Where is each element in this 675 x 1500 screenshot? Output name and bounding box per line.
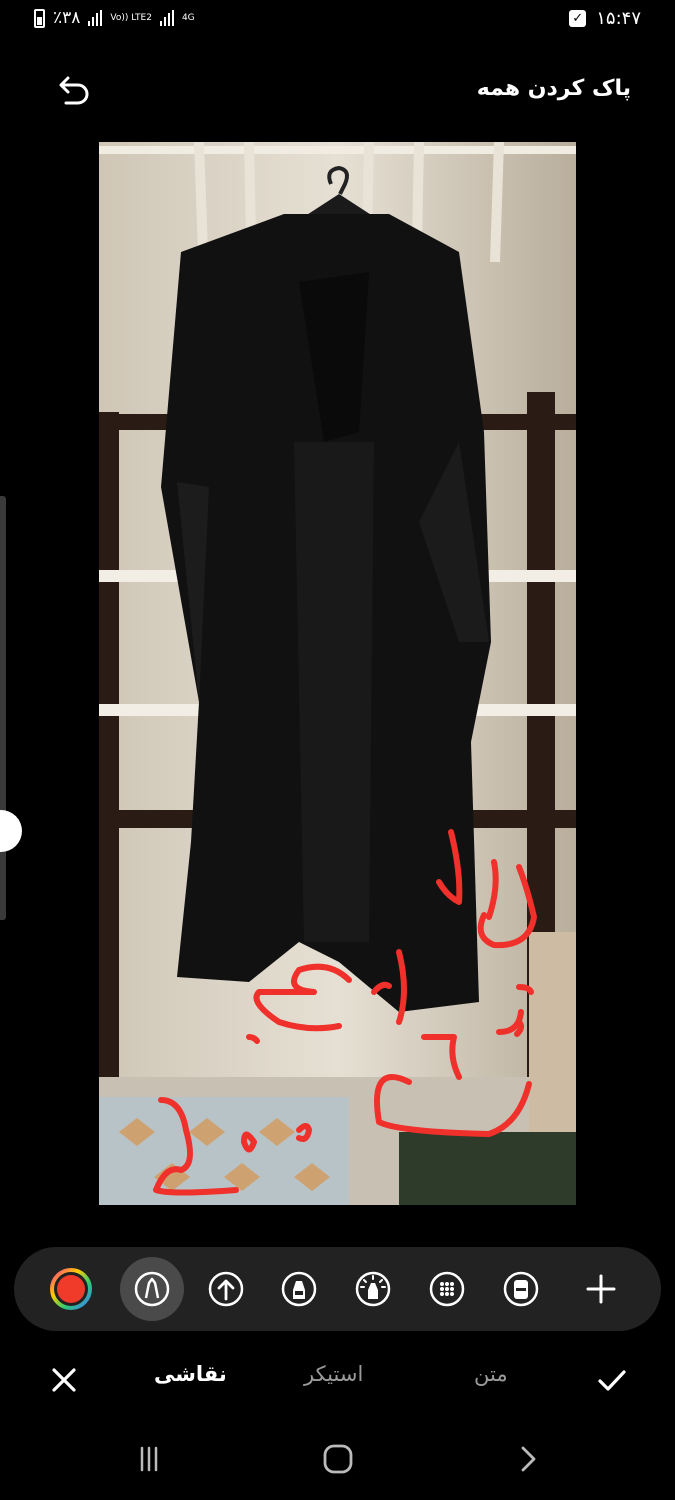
system-nav-bar [0,1425,675,1500]
mosaic-icon[interactable] [415,1257,479,1321]
battery-icon [34,8,45,28]
brush-size-slider[interactable] [0,496,6,920]
check-icon[interactable] [594,1362,630,1398]
drawing-toolbar [14,1247,661,1331]
battery-percent: ٪۳۸ [53,8,81,28]
plus-icon[interactable] [569,1257,633,1321]
eraser-icon[interactable] [489,1257,553,1321]
editor-tabs: نقاشی استیکر متن [0,1350,675,1410]
color-wheel-icon[interactable] [39,1257,103,1321]
tab-text[interactable]: متن [474,1362,508,1386]
home-icon[interactable] [318,1439,358,1479]
marker-icon[interactable] [267,1257,331,1321]
pen-icon[interactable] [120,1257,184,1321]
arrow-up-icon[interactable] [194,1257,258,1321]
signal-icon [88,10,103,26]
close-icon[interactable] [46,1362,82,1398]
photo-canvas[interactable] [99,142,576,1205]
tab-sticker[interactable]: استیکر [304,1362,363,1386]
signal-icon-2 [159,10,174,26]
status-bar: ٪۳۸ Vo)) LTE2 4G ✓ ۱۵:۴۷ [0,0,675,44]
network-type: Vo)) LTE2 [110,12,152,23]
status-right: ✓ ۱۵:۴۷ [569,8,641,29]
status-left: ٪۳۸ Vo)) LTE2 4G [34,8,195,28]
network-gen: 4G [181,12,195,23]
undo-icon[interactable] [52,72,92,112]
clear-all-button[interactable]: پاک کردن همه [477,76,631,101]
brush-size-handle[interactable] [0,810,22,852]
glow-icon[interactable] [341,1257,405,1321]
recents-icon[interactable] [129,1439,169,1479]
clock: ۱۵:۴۷ [596,8,641,29]
notification-check-icon: ✓ [569,10,587,27]
back-icon[interactable] [507,1439,547,1479]
tab-draw[interactable]: نقاشی [154,1362,227,1386]
